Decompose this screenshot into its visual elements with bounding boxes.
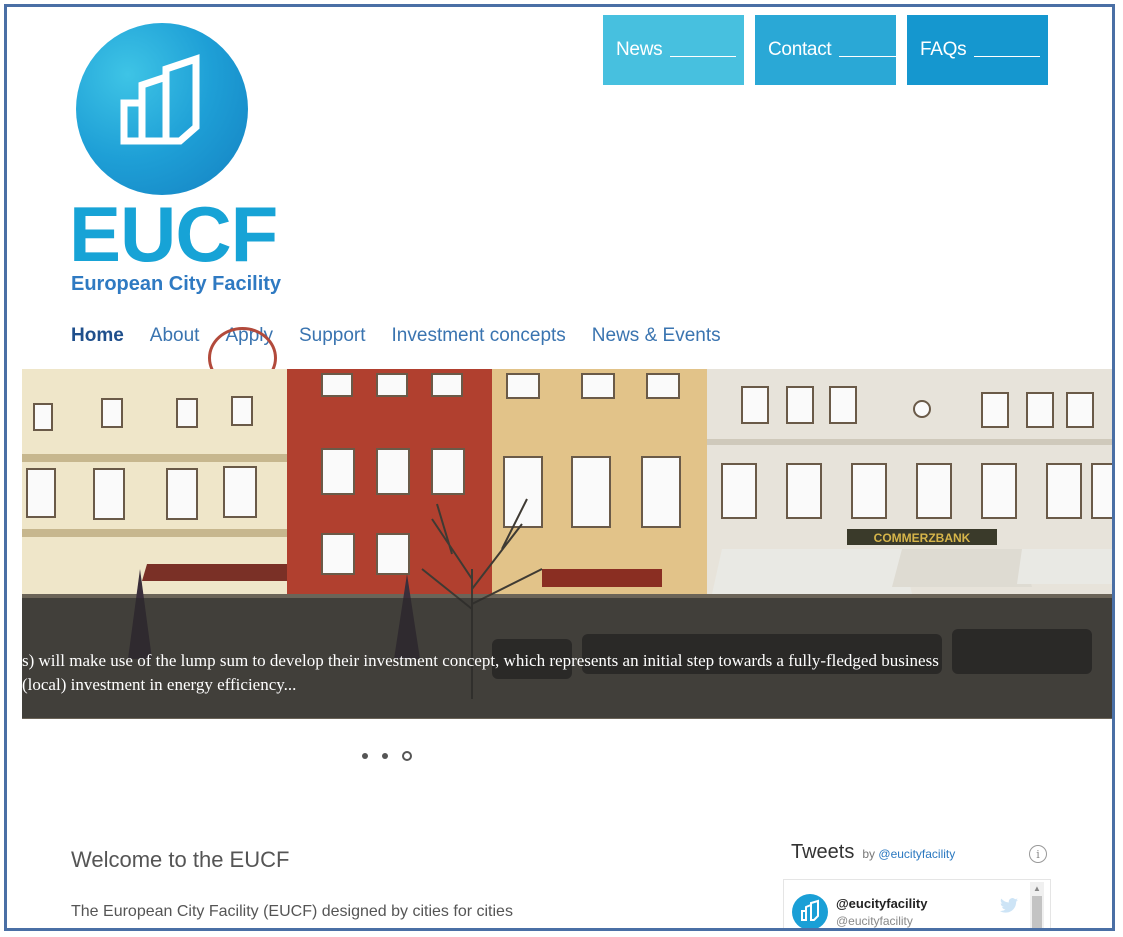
nav-item-news-events[interactable]: News & Events [592, 325, 721, 347]
tab-news-underline [670, 55, 737, 57]
logo-circle-icon[interactable] [76, 23, 248, 195]
hero-slideshow[interactable]: COMMERZBANK s) will make use of the lump… [22, 369, 1112, 719]
logo-wordmark: EUCF [69, 190, 278, 278]
slide-dot-2[interactable] [382, 753, 388, 759]
tab-contact[interactable]: Contact [755, 15, 896, 85]
svg-text:COMMERZBANK: COMMERZBANK [874, 531, 971, 545]
tab-contact-underline [839, 55, 896, 57]
tweets-scrollbar[interactable]: ▲ [1030, 882, 1044, 928]
main-navigation: Home About Apply Support Investment conc… [71, 325, 747, 347]
tab-faqs[interactable]: FAQs [907, 15, 1048, 85]
page-frame: News Contact FAQs EUCF European City Fac… [4, 4, 1115, 931]
nav-item-apply[interactable]: Apply [225, 325, 273, 347]
welcome-heading: Welcome to the EUCF [71, 847, 290, 872]
twitter-bird-icon[interactable] [1000, 898, 1018, 917]
tab-news[interactable]: News [603, 15, 744, 85]
nav-item-support[interactable]: Support [299, 325, 366, 347]
city-buildings-icon [120, 54, 200, 145]
tab-faqs-label: FAQs [920, 39, 967, 60]
tweet-author-name[interactable]: @eucityfacility [836, 896, 927, 911]
slide-dot-1[interactable] [362, 753, 368, 759]
scroll-up-arrow-icon[interactable]: ▲ [1033, 884, 1041, 893]
nav-item-investment-concepts[interactable]: Investment concepts [392, 325, 566, 347]
logo-subtitle: European City Facility [71, 273, 282, 295]
scrollbar-thumb[interactable] [1032, 896, 1042, 928]
tweets-by: by @eucityfacility [862, 847, 955, 861]
avatar[interactable] [792, 894, 828, 928]
hero-caption: s) will make use of the lump sum to deve… [22, 598, 1112, 718]
nav-item-about[interactable]: About [150, 325, 200, 347]
slide-dot-3-active[interactable] [402, 751, 412, 761]
city-buildings-icon [801, 899, 819, 921]
tweet-author-handle[interactable]: @eucityfacility [836, 914, 913, 928]
tab-news-label: News [616, 39, 663, 60]
hero-caption-line-1: s) will make use of the lump sum to deve… [22, 651, 939, 670]
top-navigation: News Contact FAQs [603, 15, 1048, 85]
tweets-title: Tweets [791, 841, 855, 863]
tweets-by-handle-link[interactable]: @eucityfacility [878, 847, 955, 861]
tab-contact-label: Contact [768, 39, 832, 60]
hero-caption-line-2: (local) investment in energy efficiency.… [22, 675, 297, 694]
tweet-timeline: @eucityfacility @eucityfacility ▲ [783, 879, 1051, 928]
info-icon[interactable]: i [1029, 845, 1047, 863]
tab-faqs-underline [974, 55, 1041, 57]
nav-item-home[interactable]: Home [71, 325, 124, 347]
tweets-by-prefix: by [862, 847, 876, 861]
tweets-header: Tweets by @eucityfacility i [791, 841, 1047, 864]
welcome-text: The European City Facility (EUCF) design… [71, 903, 513, 920]
slide-indicator [362, 751, 412, 761]
